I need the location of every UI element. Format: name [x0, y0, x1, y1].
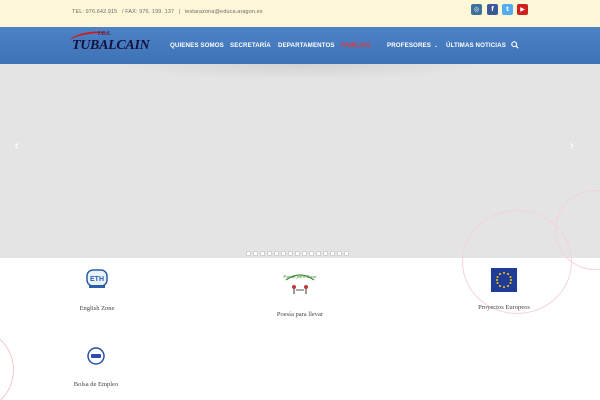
bolsa-empleo-item[interactable]: Bolsa de Empleo — [68, 346, 124, 388]
nav-familias[interactable]: FAMILIAS — [341, 42, 371, 49]
slider-dot[interactable] — [337, 251, 342, 256]
slider-dot[interactable] — [253, 251, 258, 256]
logo-ies-text: I.E.S. — [98, 31, 112, 37]
facebook-icon[interactable]: f — [487, 4, 498, 15]
bolsa-empleo-label: Bolsa de Empleo — [73, 381, 119, 388]
logo-name-text: TUBALCAIN — [72, 38, 150, 53]
separator: | — [178, 9, 181, 15]
english-zone-badge: ETH — [90, 276, 104, 283]
slider-shadow — [110, 64, 490, 80]
nav-departamentos[interactable]: DEPARTAMENTOS — [278, 42, 335, 49]
page: TEL: 976.642.915 / FAX: 976. 199. 137 | … — [0, 0, 600, 400]
slider-dot[interactable] — [316, 251, 321, 256]
slider-dot[interactable] — [281, 251, 286, 256]
english-zone-label: English Zone — [79, 305, 115, 312]
poesia-item[interactable]: Poesía para llevar Poesía para llevar — [270, 268, 330, 318]
english-zone-item[interactable]: ETH English Zone — [70, 268, 124, 312]
slider-pagination — [246, 251, 349, 256]
nav-secretaria[interactable]: SECRETARÍA — [230, 42, 271, 49]
slider-dot[interactable] — [288, 251, 293, 256]
poesia-badge: Poesía para llevar — [282, 274, 317, 279]
proyectos-europeos-label: Proyectos Europeos — [478, 304, 530, 311]
top-bar: TEL: 976.642.915 / FAX: 976. 199. 137 | … — [0, 0, 600, 27]
slider-dot[interactable] — [344, 251, 349, 256]
chevron-down-icon: ⌄ — [433, 43, 439, 49]
slider-next-icon[interactable]: › — [569, 138, 579, 154]
fax-text: / FAX: 976. 199. 137 — [121, 9, 175, 15]
twitter-icon[interactable]: t — [502, 4, 513, 15]
poesia-logo-icon: Poesía para llevar — [282, 274, 317, 294]
slider-dot[interactable] — [274, 251, 279, 256]
youtube-icon[interactable]: ▶ — [517, 4, 528, 15]
slider-prev-icon[interactable]: ‹ — [14, 138, 24, 154]
email-link[interactable]: iestarazona@educa.aragon.es — [185, 9, 263, 15]
slider-dot[interactable] — [267, 251, 272, 256]
slider-dot[interactable] — [246, 251, 251, 256]
poesia-label: Poesía para llevar — [276, 311, 324, 318]
english-zone-logo-icon: ETH — [86, 269, 108, 288]
instagram-icon[interactable]: ◎ — [471, 4, 482, 15]
phone-text: TEL: 976.642.915 — [72, 9, 118, 15]
eu-flag-icon — [491, 268, 517, 292]
slider-dot[interactable] — [323, 251, 328, 256]
nav-quienes-somos[interactable]: QUIENES SOMOS — [170, 42, 224, 49]
slider-dot[interactable] — [309, 251, 314, 256]
nav-ultimas-noticias[interactable]: ÚLTIMAS NOTICIAS — [446, 42, 506, 49]
slider-dot[interactable] — [302, 251, 307, 256]
slider-dot[interactable] — [260, 251, 265, 256]
slider-dot[interactable] — [295, 251, 300, 256]
proyectos-europeos-item[interactable]: Proyectos Europeos — [474, 268, 534, 311]
contact-info: TEL: 976.642.915 / FAX: 976. 199. 137 | … — [72, 9, 266, 15]
decorative-circle — [0, 328, 14, 400]
bolsa-empleo-logo-icon — [87, 347, 105, 365]
slider-dot[interactable] — [330, 251, 335, 256]
site-logo[interactable]: I.E.S. TUBALCAIN — [69, 29, 150, 61]
nav-profesores[interactable]: PROFESORES ⌄ — [387, 42, 438, 49]
main-header: I.E.S. TUBALCAIN QUIENES SOMOS SECRETARÍ… — [0, 27, 600, 64]
search-icon[interactable] — [511, 41, 519, 49]
